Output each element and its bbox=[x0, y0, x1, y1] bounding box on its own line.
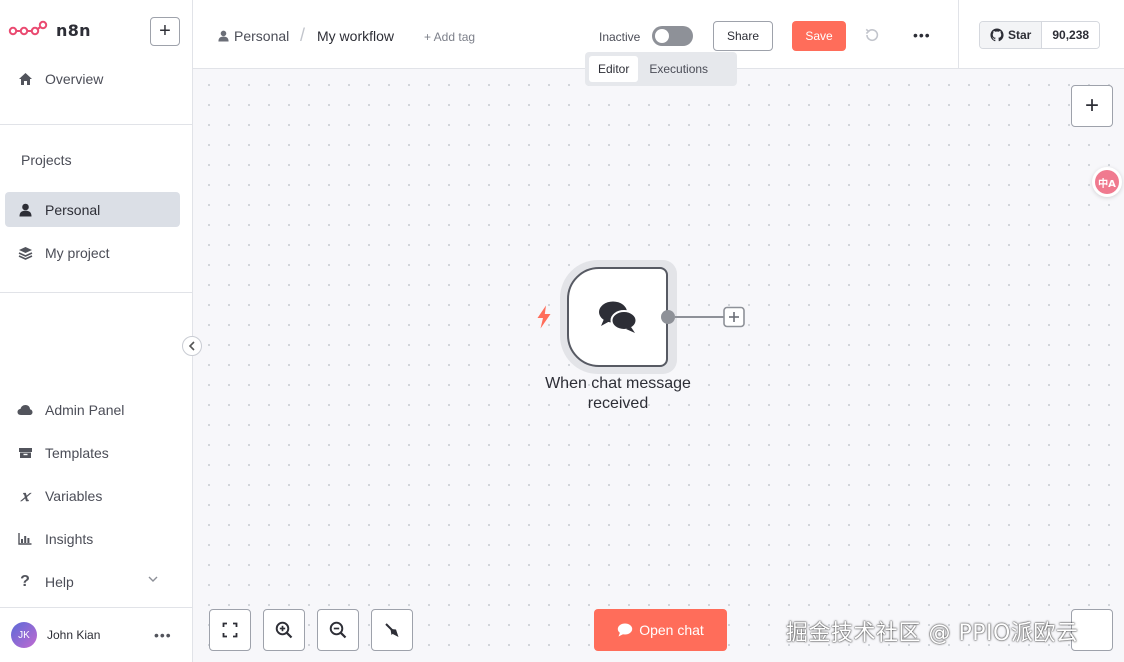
chat-icon bbox=[617, 623, 633, 637]
toggle-knob bbox=[655, 29, 669, 43]
fit-view-icon bbox=[222, 622, 238, 638]
user-icon bbox=[17, 203, 33, 217]
user-menu[interactable]: JK John Kian ••• bbox=[0, 607, 192, 662]
workflow-status-label: Inactive bbox=[599, 30, 641, 44]
sidebar-item-label: Insights bbox=[45, 530, 94, 547]
chat-bubbles-icon bbox=[598, 301, 637, 333]
zoom-out-button[interactable] bbox=[317, 609, 359, 651]
more-options-icon[interactable]: ••• bbox=[913, 27, 931, 43]
node-label: When chat message received bbox=[545, 375, 691, 412]
breadcrumb-project: Personal bbox=[234, 28, 290, 44]
variable-icon: 𝑥 bbox=[20, 486, 30, 505]
workflow-name[interactable]: My workflow bbox=[317, 28, 394, 44]
chevron-down-icon[interactable] bbox=[148, 575, 158, 586]
sidebar-item-overview[interactable]: Overview bbox=[5, 61, 180, 96]
active-toggle[interactable] bbox=[652, 26, 693, 46]
zoom-out-icon bbox=[329, 621, 347, 639]
translate-icon: 中A bbox=[1095, 170, 1119, 194]
n8n-logo-icon bbox=[8, 20, 48, 36]
github-star-button[interactable]: Star 90,238 bbox=[979, 21, 1101, 49]
header-divider bbox=[958, 0, 959, 68]
github-star-label: Star bbox=[1008, 28, 1032, 42]
sidebar-item-label: My project bbox=[45, 244, 110, 261]
sidebar-divider bbox=[0, 124, 192, 125]
collapse-sidebar-button[interactable] bbox=[182, 336, 202, 356]
tab-editor[interactable]: Editor bbox=[589, 56, 639, 82]
sidebar-item-label: Variables bbox=[45, 487, 103, 504]
node-output-connector[interactable] bbox=[660, 305, 750, 331]
history-icon[interactable] bbox=[864, 27, 880, 48]
logo[interactable]: n8n bbox=[8, 20, 91, 40]
sidebar-item-admin-panel[interactable]: Admin Panel bbox=[5, 392, 180, 427]
sidebar-divider bbox=[0, 292, 192, 293]
view-tabs: Editor Executions bbox=[585, 52, 737, 86]
add-node-button[interactable]: + bbox=[1071, 85, 1113, 127]
question-icon: ? bbox=[20, 572, 30, 590]
github-star-count: 90,238 bbox=[1042, 22, 1100, 48]
sidebar-item-label: Overview bbox=[45, 70, 104, 87]
breadcrumb-separator: / bbox=[300, 25, 306, 45]
add-new-button[interactable]: + bbox=[150, 17, 180, 46]
sidebar-item-label: Templates bbox=[45, 444, 109, 461]
save-button[interactable]: Save bbox=[792, 21, 846, 51]
lightning-icon bbox=[536, 305, 552, 334]
add-tag-button[interactable]: + Add tag bbox=[424, 30, 475, 44]
open-chat-button[interactable]: Open chat bbox=[594, 609, 727, 651]
sidebar-item-insights[interactable]: Insights bbox=[5, 521, 180, 556]
logo-text: n8n bbox=[56, 20, 91, 40]
box-icon bbox=[17, 447, 33, 459]
projects-section-title: Projects bbox=[21, 152, 72, 168]
chevron-left-icon bbox=[188, 341, 195, 351]
sidebar-item-label: Admin Panel bbox=[45, 401, 125, 418]
translate-extension-button[interactable]: 中A bbox=[1092, 167, 1122, 197]
breadcrumb[interactable]: Personal bbox=[218, 28, 289, 44]
sidebar-item-variables[interactable]: 𝑥 Variables bbox=[5, 478, 180, 513]
tab-executions[interactable]: Executions bbox=[640, 56, 717, 82]
fit-view-button[interactable] bbox=[209, 609, 251, 651]
zoom-in-icon bbox=[275, 621, 293, 639]
sidebar-item-label: Help bbox=[45, 573, 74, 590]
zoom-in-button[interactable] bbox=[263, 609, 305, 651]
cloud-icon bbox=[17, 404, 33, 416]
layers-icon bbox=[17, 246, 33, 260]
user-icon bbox=[218, 30, 229, 42]
sidebar-item-templates[interactable]: Templates bbox=[5, 435, 180, 470]
github-icon bbox=[990, 28, 1004, 42]
tidy-up-button[interactable] bbox=[371, 609, 413, 651]
user-name: John Kian bbox=[47, 628, 101, 642]
share-button[interactable]: Share bbox=[713, 21, 773, 51]
more-options-icon[interactable]: ••• bbox=[154, 627, 172, 643]
broom-icon bbox=[385, 623, 399, 637]
sidebar-item-label: Personal bbox=[45, 201, 101, 218]
sidebar: n8n + Overview Projects Personal My proj… bbox=[0, 0, 202, 662]
sidebar-item-personal[interactable]: Personal bbox=[5, 192, 180, 227]
watermark: 掘金技术社区 @ PPIO派欧云 bbox=[786, 621, 1079, 646]
open-chat-label: Open chat bbox=[639, 622, 704, 638]
avatar: JK bbox=[11, 622, 37, 648]
chat-trigger-node[interactable] bbox=[567, 267, 668, 367]
sidebar-item-my-project[interactable]: My project bbox=[5, 235, 180, 270]
home-icon bbox=[17, 72, 33, 86]
bar-chart-icon bbox=[17, 532, 33, 545]
